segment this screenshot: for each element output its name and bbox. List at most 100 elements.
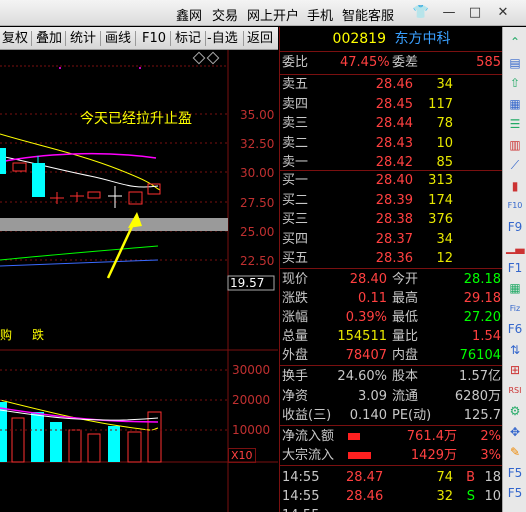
divider [170,31,171,46]
ask-volume: 117 [428,96,453,112]
stats-value: 24.60% [337,369,387,384]
flow-row: 净流入额 761.4万 2% [280,427,503,447]
tick-row[interactable]: 14:55 28.46 32 S 10 [280,487,503,507]
F5-icon[interactable]: F5 [506,464,524,482]
menu-xinwang[interactable]: 鑫网 [176,5,202,24]
Fiz-icon[interactable]: Fiz [506,300,524,318]
stats-row: 换手 24.60% 股本 1.57亿 [280,367,503,387]
bid-row[interactable]: 买二 28.39 174 [280,191,503,211]
maximize-icon[interactable]: □ [466,4,484,22]
divider [31,31,32,46]
ask-label: 卖四 [282,96,309,112]
stats-row: 净资 3.09 流通 6280万 [280,387,503,407]
list-icon[interactable]: ☰ [506,115,524,133]
RSI-icon[interactable]: RSI [506,382,524,400]
F10-icon[interactable]: F10 [506,197,524,215]
stats-label: 收益(三) [282,408,332,423]
menu-trade[interactable]: 交易 [212,5,238,24]
bid-row[interactable]: 买一 28.40 313 [280,171,503,191]
kline-chart[interactable]: 今天已经拉升止盈 35.00 32.50 30.00 27.50 25.00 2… [0,50,278,512]
quote-row: 现价 28.40 今开 28.18 [280,270,503,290]
menu-open-account[interactable]: 网上开户 [247,5,299,24]
tick-row[interactable]: 14:55 [280,506,503,512]
F6-icon[interactable]: F6 [506,320,524,338]
draw-line-button[interactable]: 画线 [105,29,131,48]
stats-button[interactable]: 统计 [70,29,96,48]
quote-label: 现价 [282,272,309,287]
overlay-button[interactable]: 叠加 [36,29,62,48]
volume-tick: 30000 [232,363,271,377]
tick-row[interactable]: 14:55 28.47 74 B 18 [280,468,503,488]
stats-label: PE(动) [392,408,432,423]
ask-volume: 10 [436,135,453,151]
tick-count: 18 [484,470,501,485]
F5b-icon[interactable]: F5 [506,484,524,502]
quote-label: 最低 [392,310,419,325]
bid-label: 买五 [282,251,309,266]
quote-label: 量比 [392,329,419,344]
bid-row[interactable]: 买五 28.36 12 [280,249,503,269]
arrows-icon[interactable]: ⇅ [506,341,524,359]
shirt-icon[interactable]: 👕 [412,4,430,22]
restore-rights-button[interactable]: 复权 [2,29,28,48]
stats-row: 收益(三) 0.140 PE(动) 125.7 [280,406,503,426]
up-arrow-icon[interactable]: ⇧ [506,74,524,92]
bid-label: 买一 [282,173,309,188]
collapse-up-icon[interactable]: ⌃ [506,33,524,51]
bar-icon[interactable]: ▥ [506,136,524,154]
menu-mobile[interactable]: 手机 [307,5,333,24]
tick-side: S [466,489,475,504]
divider [280,268,503,269]
ask-row[interactable]: 卖二 28.43 10 [280,134,503,154]
menu-bar: 鑫网 交易 网上开户 手机 智能客服 👕 — □ ✕ [0,0,526,26]
quote-value: 154511 [337,329,387,344]
pen-icon[interactable]: ✎ [506,443,524,461]
price-tick: 35.00 [240,108,275,122]
flow-bar [348,433,360,440]
chart-bar-icon[interactable]: ▁▃ [506,238,524,256]
volume-unit: X10 [228,448,256,463]
F9-icon[interactable]: F9 [506,218,524,236]
gear-icon[interactable]: ⚙ [506,402,524,420]
divider [280,465,503,466]
quote-value: 76104 [459,348,501,363]
box-icon[interactable]: ⊞ [506,361,524,379]
bid-row[interactable]: 买四 28.37 34 [280,230,503,250]
minimize-icon[interactable]: — [440,4,458,22]
ask-price: 28.45 [375,96,413,112]
close-icon[interactable]: ✕ [494,4,512,22]
ask-row[interactable]: 卖三 28.44 78 [280,114,503,134]
ask-row[interactable]: 卖五 28.46 34 [280,75,503,95]
back-button[interactable]: 返回 [247,29,273,48]
ratio-value: 47.45% [340,55,390,70]
diff-value: 585 [476,55,501,70]
bid-row[interactable]: 买三 28.38 376 [280,210,503,230]
bid-price: 28.40 [375,173,413,188]
f10-button[interactable]: F10 [142,29,166,48]
move-icon[interactable]: ✥ [506,423,524,441]
ticker-icon[interactable]: ▤ [506,54,524,72]
quote-value: 29.18 [463,291,501,306]
candle-icon[interactable]: ▮ [506,177,524,195]
vol-icon[interactable]: ▦ [506,279,524,297]
bid-volume: 313 [428,173,453,188]
menu-service[interactable]: 智能客服 [342,5,394,24]
flow-label: 大宗流入 [282,448,335,463]
tick-price: 28.46 [346,489,384,504]
quote-label: 总量 [282,329,309,344]
grid-icon[interactable]: ▦ [506,95,524,113]
divider [280,51,503,52]
price-tick: 32.50 [240,137,275,151]
remove-watchlist-button[interactable]: -自选 [207,29,238,48]
quote-value: 27.20 [463,310,501,325]
quote-row: 涨跌 0.11 最高 29.18 [280,289,503,309]
flow-value: 1429万 [410,448,457,463]
divider [280,425,503,426]
ask-label: 卖三 [282,116,309,131]
bid-label: 买三 [282,212,309,227]
ask-row[interactable]: 卖四 28.45 117 [280,95,503,115]
mark-button[interactable]: 标记 [175,29,201,48]
quote-label: 最高 [392,291,419,306]
line-icon[interactable]: ⟋ [506,156,524,174]
F1-icon[interactable]: F1 [506,259,524,277]
